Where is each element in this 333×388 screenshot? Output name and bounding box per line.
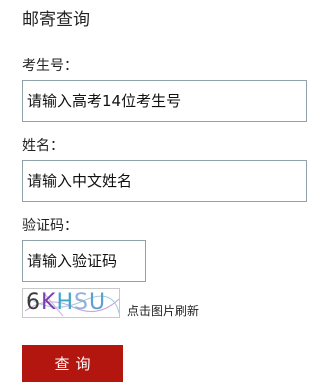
captcha-char: K [41,290,57,315]
query-button[interactable]: 查询 [22,345,123,382]
exam-number-label: 考生号： [22,58,78,74]
captcha-char: U [88,290,107,315]
exam-number-input[interactable] [22,80,307,122]
captcha-image[interactable]: 6KHSU [22,288,120,318]
page-title: 邮寄查询 [22,10,90,30]
captcha-characters: 6KHSU [26,290,106,316]
captcha-char: H [56,290,74,315]
name-input[interactable] [22,160,307,202]
captcha-label: 验证码： [22,218,78,234]
name-label: 姓名： [22,138,64,154]
captcha-char: S [73,290,89,315]
captcha-input[interactable] [22,240,146,282]
captcha-char: 6 [26,290,41,315]
refresh-captcha-link[interactable]: 点击图片刷新 [127,304,199,318]
